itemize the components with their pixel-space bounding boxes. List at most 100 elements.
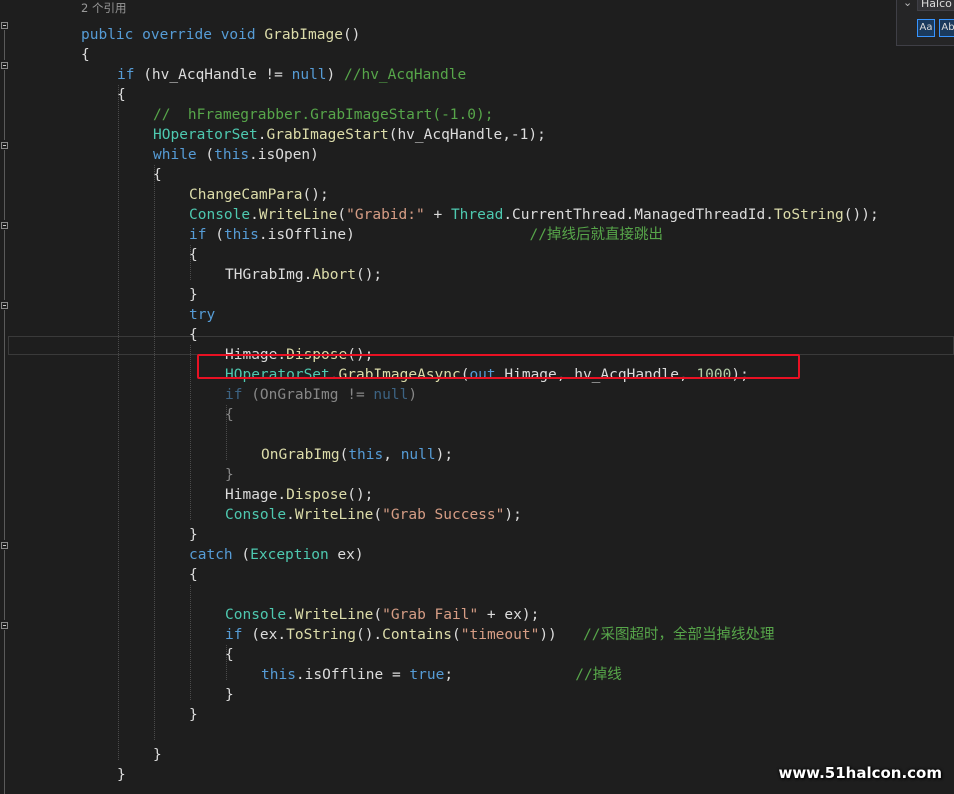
fold-toggle-icon[interactable] (1, 302, 8, 309)
fold-outline-line (4, 230, 5, 300)
code-token: WriteLine (294, 507, 374, 523)
code-token: { (189, 327, 198, 343)
code-token: } (117, 767, 126, 783)
code-token: . (250, 207, 259, 223)
code-token: GrabImage (264, 27, 343, 43)
code-line: Console.WriteLine("Grab Fail" + ex); (225, 605, 539, 625)
code-token: public (81, 27, 134, 43)
code-line: this.isOffline = true; //掉线 (261, 665, 622, 685)
code-line: } (225, 685, 234, 705)
code-line: public override void GrabImage() (81, 25, 360, 45)
code-token: .isOffline) (258, 227, 530, 243)
code-token: //掉线 (575, 667, 622, 683)
fold-toggle-icon[interactable] (1, 22, 8, 29)
code-line: } (189, 525, 198, 545)
watermark: www.51halcon.com (778, 764, 942, 782)
code-token: { (189, 567, 198, 583)
fold-toggle-icon[interactable] (1, 222, 8, 229)
code-token: ex) (328, 547, 364, 563)
code-token: this (214, 147, 250, 163)
code-token: Abort (312, 267, 356, 283)
code-token: // hFramegrabber.GrabImageStart(-1.0); (153, 107, 494, 123)
code-token: { (81, 47, 90, 63)
code-token: catch (189, 547, 233, 563)
code-token: Himage. (225, 487, 287, 503)
code-line: THGrabImg.Abort(); (225, 265, 382, 285)
indent-guide (190, 585, 192, 700)
fold-toggle-icon[interactable] (1, 542, 8, 549)
code-token: true (409, 667, 445, 683)
code-token: Console (225, 607, 287, 623)
code-token: (hv_AcqHandle,-1); (388, 127, 546, 143)
code-line: // hFramegrabber.GrabImageStart(-1.0); (153, 105, 493, 125)
code-token: ( (206, 227, 224, 243)
code-token: this (223, 227, 259, 243)
code-token: void (220, 27, 256, 43)
indent-guide (190, 245, 192, 280)
code-token: WriteLine (258, 207, 338, 223)
code-token: } (189, 287, 198, 303)
code-token: ( (373, 607, 383, 623)
code-token: Exception (250, 547, 329, 563)
code-token: Console (225, 507, 287, 523)
code-token: ); (435, 447, 454, 463)
fold-outline-line (4, 70, 5, 140)
code-token: try (189, 307, 216, 323)
code-token: ( (337, 207, 347, 223)
code-line: Console.WriteLine("Grabid:" + Thread.Cur… (189, 205, 879, 225)
code-token: ( (232, 547, 251, 563)
code-token: if (225, 387, 243, 403)
code-token: ToString (286, 627, 356, 643)
code-token: ( (339, 447, 349, 463)
fold-outline-line (4, 150, 5, 220)
code-token: .isOpen) (249, 147, 319, 163)
code-token: )) (539, 627, 583, 643)
find-search-input[interactable]: Halco (917, 0, 954, 11)
codelens-references[interactable]: 2 个引用 (81, 0, 126, 18)
code-token: (); (302, 187, 329, 203)
code-token: } (225, 687, 234, 703)
code-token: //hv_AcqHandle (344, 67, 467, 83)
code-token: OnGrabImg (261, 447, 340, 463)
code-line: catch (Exception ex) (189, 545, 364, 565)
code-token: } (225, 467, 234, 483)
fold-outline-line (4, 550, 5, 620)
code-token: .CurrentThread.ManagedThreadId. (503, 207, 774, 223)
find-widget: ⌄ Halco Aa Ab (896, 0, 954, 46)
code-line: { (81, 45, 90, 65)
indent-guide (226, 405, 228, 460)
code-token: override (142, 27, 212, 43)
code-token: null (291, 67, 327, 83)
code-token: + ex); (478, 607, 540, 623)
code-line: } (189, 705, 198, 725)
code-token: ) (408, 387, 418, 403)
match-case-button[interactable]: Aa (917, 19, 935, 37)
fold-outline-line (4, 30, 5, 60)
code-line: Console.WriteLine("Grab Success"); (225, 505, 522, 525)
code-token: (). (355, 627, 383, 643)
code-line: while (this.isOpen) (153, 145, 319, 165)
code-line: if (OnGrabImg != null) (225, 385, 417, 405)
match-whole-word-button[interactable]: Ab (939, 19, 954, 37)
indent-guide (226, 645, 228, 680)
fold-toggle-icon[interactable] (1, 142, 8, 149)
editor-gutter (0, 0, 14, 794)
current-line-indicator (8, 336, 954, 355)
code-token: Console (189, 207, 251, 223)
code-line: } (153, 745, 162, 765)
code-editor[interactable]: 2 个引用 public override void GrabImage(){if… (0, 0, 954, 794)
chevron-down-icon[interactable]: ⌄ (903, 0, 912, 9)
code-token: this (348, 447, 384, 463)
code-token: Contains (382, 627, 453, 643)
fold-toggle-icon[interactable] (1, 622, 8, 629)
code-token: , (383, 447, 401, 463)
code-token: GrabImageStart (266, 127, 389, 143)
code-token: ; (444, 667, 576, 683)
code-token: this (261, 667, 296, 683)
code-token: (hv_AcqHandle != (134, 67, 292, 83)
fold-toggle-icon[interactable] (1, 62, 8, 69)
code-token: "timeout" (460, 627, 540, 643)
code-token: (OnGrabImg != (242, 387, 374, 403)
code-token: 2 个引用 (81, 1, 127, 15)
